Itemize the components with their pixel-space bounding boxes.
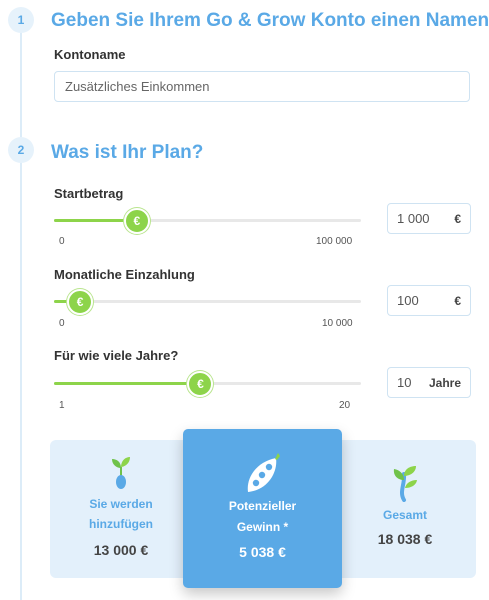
total-summary: Gesamt 18 038 € bbox=[350, 505, 460, 547]
monthly-deposit-slider-thumb[interactable]: € bbox=[67, 289, 94, 315]
years-max: 20 bbox=[339, 400, 351, 411]
gain-label-line2: Gewinn * bbox=[236, 520, 289, 534]
monthly-deposit-label: Monatliche Einzahlung bbox=[54, 267, 195, 282]
years-unit: Jahre bbox=[428, 375, 461, 390]
total-label: Gesamt bbox=[382, 508, 428, 522]
years-min: 1 bbox=[59, 400, 65, 411]
timeline-line bbox=[20, 20, 22, 600]
step-2-badge: 2 bbox=[8, 137, 34, 163]
added-value: 13 000 € bbox=[93, 542, 149, 558]
account-name-label: Kontoname bbox=[54, 47, 126, 62]
years-slider-thumb[interactable]: € bbox=[187, 371, 214, 397]
added-label-line2: hinzufügen bbox=[89, 517, 153, 531]
total-value: 18 038 € bbox=[377, 531, 433, 547]
step-1-badge: 1 bbox=[8, 7, 34, 33]
monthly-deposit-slider[interactable]: € bbox=[54, 289, 361, 315]
grown-plant-icon bbox=[393, 466, 417, 502]
monthly-deposit-max: 10 000 bbox=[322, 318, 353, 329]
euro-unit: € bbox=[454, 211, 461, 226]
euro-unit: € bbox=[454, 293, 461, 308]
monthly-deposit-input[interactable]: 100 € bbox=[387, 285, 471, 316]
years-slider-fill bbox=[54, 382, 201, 385]
account-name-input[interactable]: Zusätzliches Einkommen bbox=[54, 71, 470, 102]
start-amount-label: Startbetrag bbox=[54, 186, 124, 201]
account-name-value: Zusätzliches Einkommen bbox=[65, 79, 210, 94]
step-2-title: Was ist Ihr Plan? bbox=[51, 142, 204, 163]
step-1-title: Geben Sie Ihrem Go & Grow Konto einen Na… bbox=[51, 10, 489, 31]
added-summary: Sie werden hinzufügen 13 000 € bbox=[60, 494, 182, 558]
start-amount-value: 1 000 bbox=[397, 211, 430, 226]
monthly-deposit-value: 100 bbox=[397, 293, 419, 308]
start-amount-max: 100 000 bbox=[316, 236, 353, 247]
years-input[interactable]: 10 Jahre bbox=[387, 367, 471, 398]
start-amount-input[interactable]: 1 000 € bbox=[387, 203, 471, 234]
added-label-line1: Sie werden bbox=[89, 497, 153, 511]
start-amount-min: 0 bbox=[59, 236, 65, 247]
years-label: Für wie viele Jahre? bbox=[54, 348, 179, 363]
pea-pod-icon bbox=[247, 453, 280, 492]
start-amount-slider[interactable]: € bbox=[54, 208, 361, 234]
gain-summary: Potenzieller Gewinn * 5 038 € bbox=[183, 496, 342, 560]
start-amount-slider-thumb[interactable]: € bbox=[123, 208, 150, 234]
years-value: 10 bbox=[397, 375, 412, 390]
years-slider[interactable]: € bbox=[54, 371, 361, 397]
go-grow-form: 1 Geben Sie Ihrem Go & Grow Konto einen … bbox=[0, 0, 489, 600]
gain-value: 5 038 € bbox=[239, 544, 286, 560]
monthly-deposit-min: 0 bbox=[59, 318, 65, 329]
sprout-seed-icon bbox=[112, 457, 130, 489]
gain-label-line1: Potenzieller bbox=[228, 499, 297, 513]
